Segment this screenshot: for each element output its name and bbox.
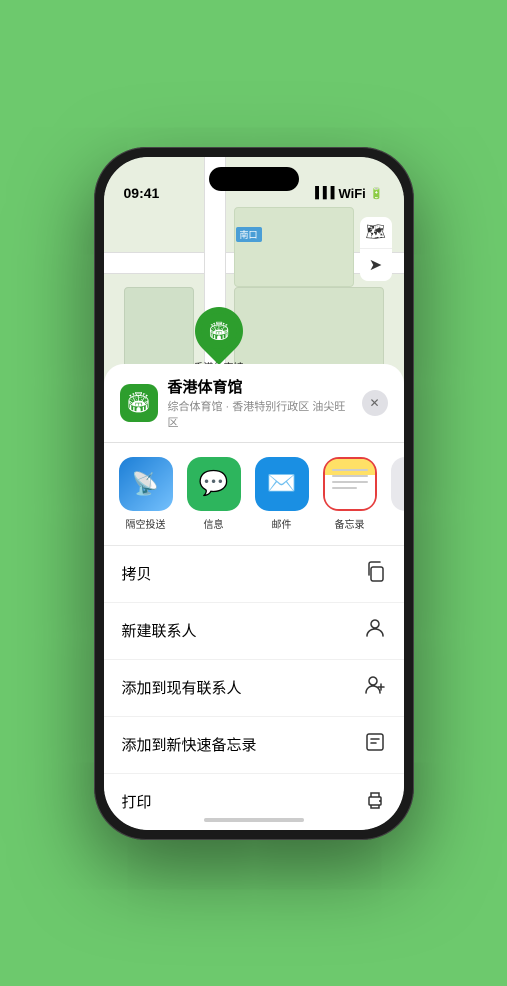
action-add-existing-label: 添加到现有联系人 [122,677,242,698]
status-time: 09:41 [124,185,160,201]
share-item-messages[interactable]: 💬 信息 [184,457,244,531]
map-type-button[interactable]: 🗺 [360,217,392,249]
notes-label: 备忘录 [335,516,365,531]
venue-info-bar: 🏟 香港体育馆 综合体育馆 · 香港特别行政区 油尖旺区 ✕ [104,364,404,443]
notes-line-4 [332,487,357,489]
map-icon: 🗺 [365,222,385,242]
note-icon [364,731,386,759]
action-new-contact-label: 新建联系人 [122,620,197,641]
action-copy[interactable]: 拷贝 [104,546,404,603]
airdrop-symbol: 📡 [132,471,159,497]
more-icon [391,457,404,511]
wifi-icon: WiFi [338,186,365,201]
map-block1 [234,207,354,287]
action-new-contact[interactable]: 新建联系人 [104,603,404,660]
messages-label: 信息 [204,516,224,531]
action-print-label: 打印 [122,791,152,812]
messages-symbol: 💬 [199,469,229,498]
venue-pin-icon: 🏟 [207,320,230,341]
share-row: 📡 隔空投送 💬 信息 ✉️ 邮件 [104,443,404,546]
share-item-notes[interactable]: 备忘录 [320,457,380,531]
battery-icon: 🔋 [370,187,384,200]
signal-icon: ▐▐▐ [311,187,334,199]
venue-pin: 🏟 [185,297,253,365]
person-icon [364,617,386,645]
home-indicator [204,818,304,822]
notes-highlight-border [323,457,377,511]
location-arrow-icon: ➤ [369,255,382,275]
phone-screen: 09:41 ▐▐▐ WiFi 🔋 南口 🗺 ➤ [104,157,404,830]
venue-subtitle: 综合体育馆 · 香港特别行政区 油尖旺区 [168,398,352,430]
bottom-sheet: 🏟 香港体育馆 综合体育馆 · 香港特别行政区 油尖旺区 ✕ 📡 隔空投送 [104,364,404,830]
notes-icon-wrapper [325,459,375,509]
action-quick-note-label: 添加到新快速备忘录 [122,734,257,755]
person-add-icon [364,674,386,702]
airdrop-icon: 📡 [119,457,173,511]
mail-symbol: ✉️ [267,469,297,498]
notes-line-2 [332,475,368,477]
venue-text: 香港体育馆 综合体育馆 · 香港特别行政区 油尖旺区 [168,376,352,430]
airdrop-label: 隔空投送 [126,516,166,531]
share-item-airdrop[interactable]: 📡 隔空投送 [116,457,176,531]
print-icon [364,788,386,816]
close-button[interactable]: ✕ [362,390,388,416]
venue-icon-emoji: 🏟 [126,390,151,415]
venue-pin-inner: 🏟 [201,313,237,349]
notes-line-1 [332,469,368,471]
action-quick-note[interactable]: 添加到新快速备忘录 [104,717,404,774]
close-icon: ✕ [369,396,379,410]
dynamic-island [209,167,299,191]
venue-title: 香港体育馆 [168,376,352,397]
share-item-more[interactable]: 推 [388,457,404,531]
share-item-mail[interactable]: ✉️ 邮件 [252,457,312,531]
mail-icon: ✉️ [255,457,309,511]
map-controls: 🗺 ➤ [360,217,392,281]
action-copy-label: 拷贝 [122,563,152,584]
map-area-label: 南口 [236,227,262,242]
action-add-existing[interactable]: 添加到现有联系人 [104,660,404,717]
status-icons: ▐▐▐ WiFi 🔋 [311,186,383,201]
venue-icon: 🏟 [120,384,158,422]
location-button[interactable]: ➤ [360,249,392,281]
notes-line-3 [332,481,368,483]
mail-label: 邮件 [272,516,292,531]
action-list: 拷贝 新建联系人 [104,546,404,830]
phone-frame: 09:41 ▐▐▐ WiFi 🔋 南口 🗺 ➤ [94,147,414,840]
copy-icon [364,560,386,588]
messages-icon: 💬 [187,457,241,511]
